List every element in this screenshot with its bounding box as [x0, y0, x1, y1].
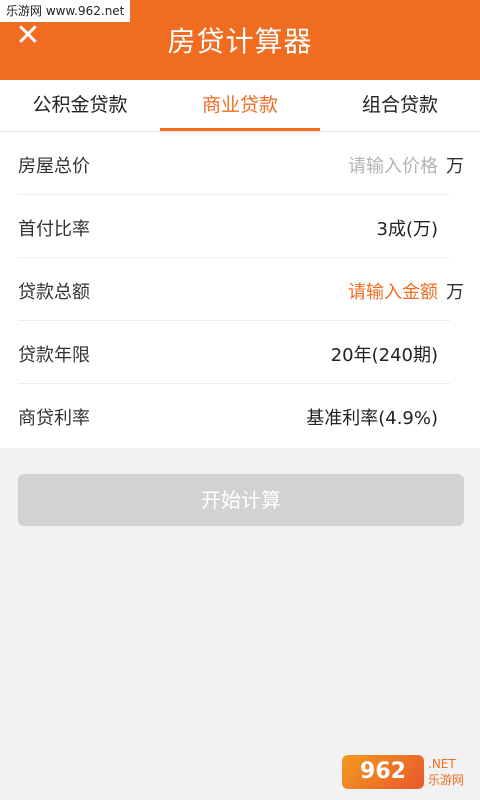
page-title: 房贷计算器	[167, 25, 313, 58]
loan-form: 房屋总价 请输入价格 万 首付比率 3成(万) 贷款总额 请输入金额 万 贷款年…	[0, 132, 480, 448]
loan-type-tabs: 公积金贷款 商业贷款 组合贷款	[0, 80, 480, 132]
interest-rate-label: 商贷利率	[18, 408, 90, 429]
loan-term-label: 贷款年限	[18, 345, 90, 366]
watermark-text: .NET 乐游网	[428, 756, 464, 788]
row-interest-rate[interactable]: 商贷利率 基准利率(4.9%)	[0, 384, 480, 447]
watermark-brand: 乐游网	[428, 773, 465, 787]
watermark-suffix: .NET	[428, 757, 456, 771]
row-house-price[interactable]: 房屋总价 请输入价格 万	[0, 132, 480, 195]
tab-provident-fund-loan[interactable]: 公积金贷款	[0, 80, 160, 131]
loan-term-select[interactable]: 20年(240期)	[331, 341, 438, 367]
tab-commercial-loan[interactable]: 商业贷款	[160, 80, 320, 131]
loan-amount-unit: 万	[446, 282, 464, 303]
loan-amount-label: 贷款总额	[18, 282, 90, 303]
house-price-input[interactable]: 请输入价格	[348, 152, 438, 178]
house-price-label: 房屋总价	[18, 156, 90, 177]
interest-rate-select[interactable]: 基准利率(4.9%)	[306, 404, 438, 430]
down-payment-label: 首付比率	[18, 219, 90, 240]
down-payment-select[interactable]: 3成(万)	[377, 215, 439, 241]
watermark-bottom: 962 .NET 乐游网	[342, 752, 472, 792]
row-loan-term[interactable]: 贷款年限 20年(240期)	[0, 321, 480, 384]
house-price-unit: 万	[446, 156, 464, 177]
row-loan-amount[interactable]: 贷款总额 请输入金额 万	[0, 258, 480, 321]
start-calculation-button[interactable]: 开始计算	[18, 474, 464, 526]
loan-amount-input[interactable]: 请输入金额	[348, 278, 438, 304]
row-down-payment-ratio[interactable]: 首付比率 3成(万)	[0, 195, 480, 258]
watermark-logo: 962	[342, 755, 424, 789]
watermark-top: 乐游网 www.962.net	[0, 0, 131, 22]
tab-combined-loan[interactable]: 组合贷款	[320, 80, 480, 131]
